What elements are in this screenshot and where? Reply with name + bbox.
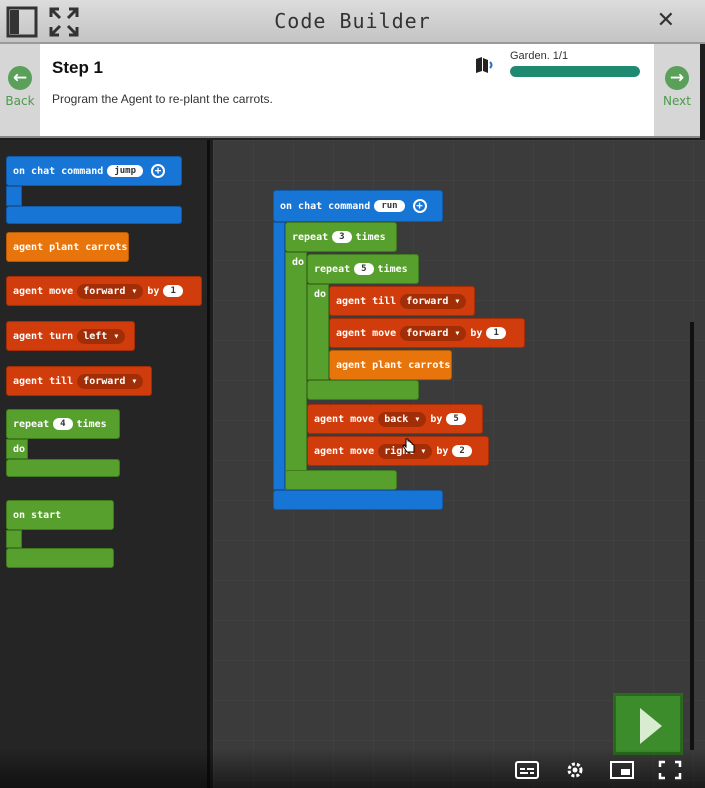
workspace-scrollbar[interactable]	[690, 322, 694, 750]
miniplayer-icon[interactable]	[610, 760, 634, 780]
chat-command-foot	[273, 490, 443, 510]
settings-icon[interactable]	[563, 760, 587, 780]
chat-command-arm	[273, 222, 285, 490]
next-arrow-icon: →	[665, 66, 689, 90]
distance-input[interactable]: 1	[163, 285, 183, 297]
next-label: Next	[663, 94, 691, 108]
window-title: Code Builder	[274, 9, 431, 33]
direction-dropdown[interactable]: forward ▾	[400, 325, 467, 341]
distance-input[interactable]: 2	[452, 445, 472, 457]
title-bar: Code Builder ✕	[0, 0, 705, 44]
add-param-icon[interactable]: +	[412, 199, 427, 213]
distance-input[interactable]: 1	[486, 327, 506, 339]
block-toolbox: on chat command jump + agent plant carro…	[0, 140, 210, 788]
toolbox-move-block[interactable]: agent move forward ▾ by 1	[6, 276, 202, 306]
toolbox-on-start-foot	[6, 548, 114, 568]
agent-till-block[interactable]: agent till forward ▾	[329, 286, 475, 316]
repeat-count-input[interactable]: 3	[332, 231, 352, 243]
book-audio-icon[interactable]	[475, 56, 495, 74]
progress-label: Garden. 1/1	[510, 50, 569, 62]
inner-repeat-block[interactable]: repeat 5 times	[307, 254, 419, 284]
direction-dropdown[interactable]: forward ▾	[77, 373, 144, 389]
repeat-count-input[interactable]: 4	[53, 418, 73, 430]
agent-move-back-block[interactable]: agent move back ▾ by 5	[307, 404, 483, 434]
toolbox-repeat-block[interactable]: repeat 4 times	[6, 409, 120, 439]
video-player-controls	[0, 748, 705, 788]
chat-command-block[interactable]: on chat command run +	[273, 190, 443, 222]
tutorial-panel: ← Back Step 1 Program the Agent to re-pl…	[0, 44, 700, 138]
inner-repeat-foot	[307, 380, 419, 400]
back-label: Back	[5, 94, 35, 108]
hand-cursor-icon	[402, 438, 415, 453]
back-button[interactable]: ← Back	[0, 44, 40, 136]
toolbox-turn-block[interactable]: agent turn left ▾	[6, 321, 135, 351]
toolbox-repeat-arm: do	[6, 439, 28, 459]
toolbox-on-start-arm	[6, 530, 22, 548]
fullscreen-player-icon[interactable]	[658, 760, 682, 780]
agent-move-right-block[interactable]: agent move right ▾ by 2	[307, 436, 489, 466]
close-icon[interactable]: ✕	[657, 8, 675, 33]
outer-repeat-foot	[285, 470, 397, 490]
toolbox-repeat-foot	[6, 459, 120, 477]
captions-icon[interactable]	[515, 760, 539, 780]
progress-bar	[510, 66, 640, 77]
direction-dropdown[interactable]: back ▾	[378, 411, 427, 427]
direction-dropdown[interactable]: forward ▾	[77, 283, 144, 299]
outer-repeat-block[interactable]: repeat 3 times	[285, 222, 397, 252]
run-play-icon	[640, 708, 662, 744]
step-title: Step 1	[52, 58, 104, 77]
direction-dropdown[interactable]: forward ▾	[400, 293, 467, 309]
agent-plant-block[interactable]: agent plant carrots	[329, 350, 452, 380]
toolbox-chat-command-block[interactable]: on chat command jump +	[6, 156, 182, 186]
agent-move-forward-block[interactable]: agent move forward ▾ by 1	[329, 318, 525, 348]
repeat-count-input[interactable]: 5	[354, 263, 374, 275]
back-arrow-icon: ←	[8, 66, 32, 90]
toolbox-chat-command-arm	[6, 186, 22, 206]
toolbox-chat-command-foot	[6, 206, 182, 224]
toolbox-till-block[interactable]: agent till forward ▾	[6, 366, 152, 396]
toolbox-on-start-block[interactable]: on start	[6, 500, 114, 530]
step-description: Program the Agent to re-plant the carrot…	[52, 92, 273, 106]
distance-input[interactable]: 5	[446, 413, 466, 425]
next-button[interactable]: → Next	[654, 44, 700, 136]
inner-repeat-arm: do	[307, 284, 329, 380]
direction-dropdown[interactable]: left ▾	[77, 328, 126, 344]
code-workspace[interactable]: on chat command run + repeat 3 times do …	[213, 140, 705, 788]
run-button[interactable]	[613, 693, 683, 755]
command-arg[interactable]: jump	[107, 165, 143, 177]
outer-repeat-arm: do	[285, 252, 307, 490]
toolbox-plant-block[interactable]: agent plant carrots	[6, 232, 129, 262]
command-arg[interactable]: run	[374, 200, 405, 212]
add-param-icon[interactable]: +	[151, 164, 165, 178]
step-card: Step 1 Program the Agent to re-plant the…	[40, 44, 654, 136]
